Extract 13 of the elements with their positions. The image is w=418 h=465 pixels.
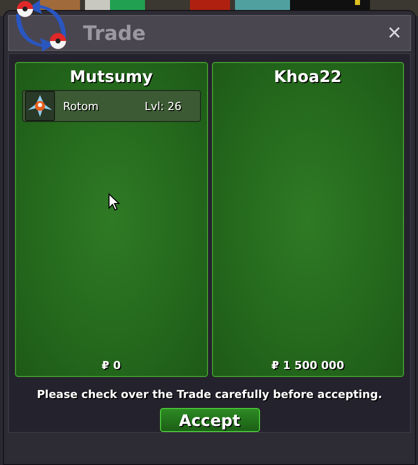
- accept-button[interactable]: Accept: [160, 408, 260, 432]
- window-title: Trade: [83, 21, 147, 45]
- cursor-icon: [108, 193, 120, 211]
- close-button[interactable]: ✕: [384, 22, 404, 44]
- money-amount: ₽ 0: [102, 359, 121, 372]
- trader-name: Khoa22: [274, 67, 342, 86]
- creature-icon: [25, 91, 55, 121]
- trader-name: Mutsumy: [70, 67, 153, 86]
- pokemon-level: Lvl: 26: [144, 100, 182, 112]
- money-amount: ₽ 1 500 000: [271, 359, 344, 372]
- instruction-text: Please check over the Trade carefully before accepting.: [36, 388, 382, 401]
- pokemon-name: Rotom: [63, 100, 100, 112]
- pokemon-slot[interactable]: Rotom Lvl: 26: [22, 90, 200, 122]
